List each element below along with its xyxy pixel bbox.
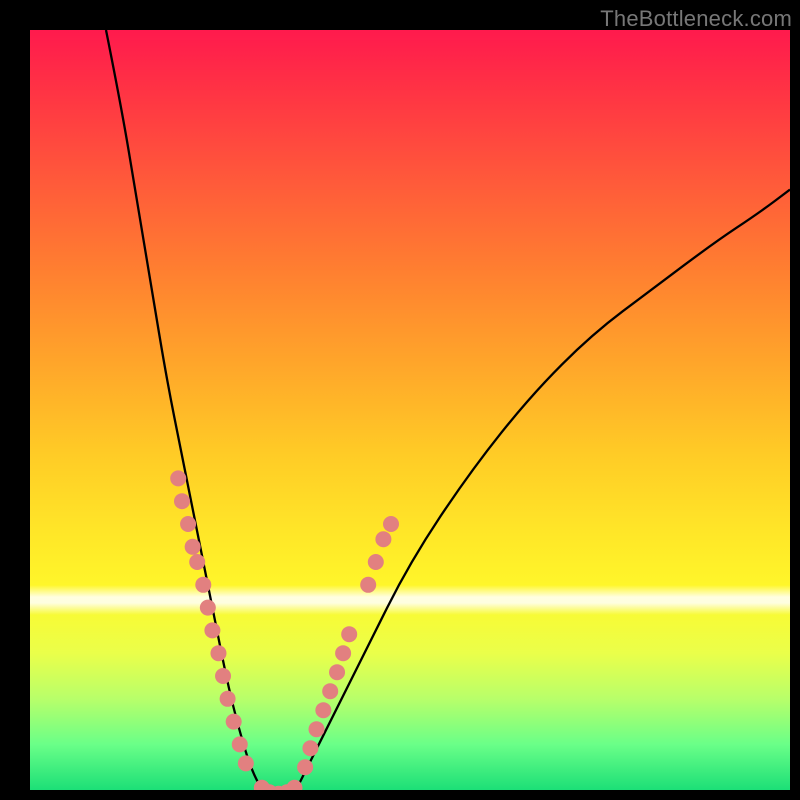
chart-frame: TheBottleneck.com <box>0 0 800 800</box>
data-point <box>375 531 391 547</box>
data-point <box>383 516 399 532</box>
scatter-dots <box>170 470 399 790</box>
data-point <box>210 645 226 661</box>
data-point <box>315 702 331 718</box>
data-point <box>189 554 205 570</box>
data-point <box>335 645 351 661</box>
data-point <box>204 622 220 638</box>
data-point <box>174 493 190 509</box>
data-point <box>341 626 357 642</box>
data-point <box>195 577 211 593</box>
data-point <box>226 714 242 730</box>
data-point <box>368 554 384 570</box>
data-point <box>220 691 236 707</box>
data-point <box>309 721 325 737</box>
data-point <box>322 683 338 699</box>
data-point <box>329 664 345 680</box>
data-point <box>302 740 318 756</box>
data-point <box>185 539 201 555</box>
left-curve <box>106 30 262 790</box>
data-point <box>238 755 254 771</box>
data-point <box>360 577 376 593</box>
plot-area <box>30 30 790 790</box>
watermark-text: TheBottleneck.com <box>600 6 792 32</box>
data-point <box>170 470 186 486</box>
data-point <box>200 600 216 616</box>
curve-layer <box>30 30 790 790</box>
right-curve <box>296 190 790 790</box>
data-point <box>215 668 231 684</box>
data-point <box>297 759 313 775</box>
data-point <box>180 516 196 532</box>
data-point <box>232 736 248 752</box>
